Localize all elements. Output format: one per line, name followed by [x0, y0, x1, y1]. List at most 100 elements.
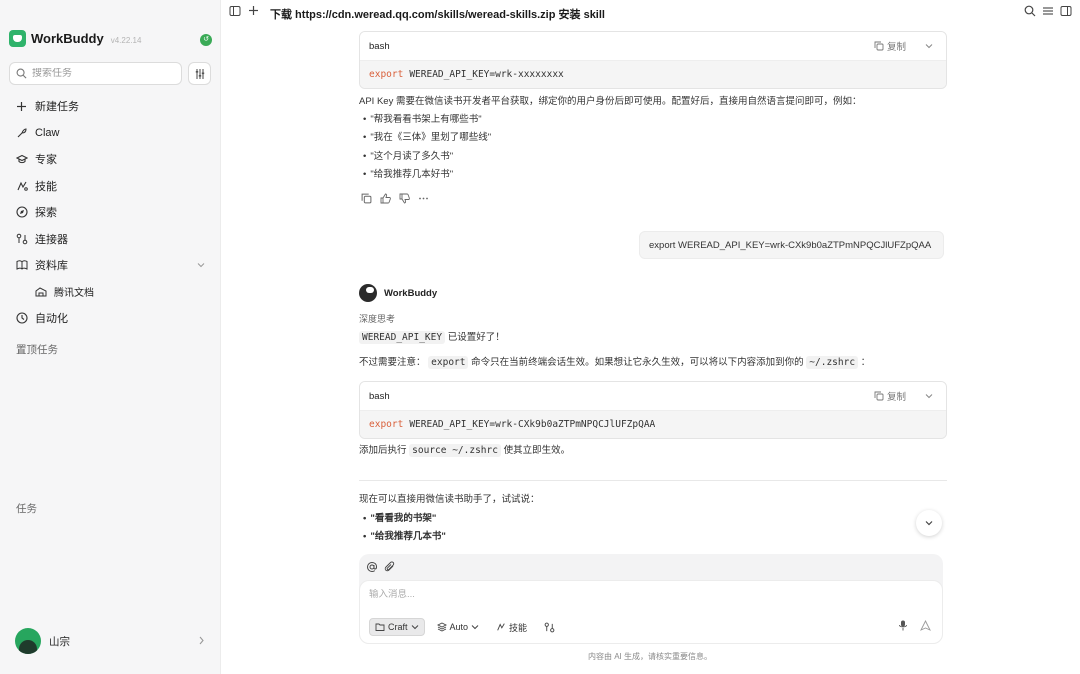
- new-task-plus-icon[interactable]: [248, 5, 259, 16]
- sidebar-item-expert[interactable]: 专家: [9, 146, 213, 173]
- chevron-down-icon[interactable]: [197, 261, 205, 269]
- inline-code: ~/.zshrc: [806, 356, 859, 369]
- sidebar-item-tencent-docs[interactable]: 腾讯文档: [9, 279, 213, 306]
- mention-icon[interactable]: [366, 561, 378, 573]
- code-header: bash 复制: [360, 382, 946, 411]
- note-line: 不过需要注意： export 命令只在当前终端会话生效。如果想让它永久生效，可以…: [359, 356, 870, 370]
- code-keyword: export: [369, 69, 404, 80]
- avatar: [15, 628, 41, 654]
- copy-button[interactable]: 复制: [874, 389, 906, 403]
- connector-button[interactable]: [539, 618, 560, 636]
- composer: Craft Auto 技能: [359, 554, 943, 644]
- now-text: 现在可以直接用微信读书助手了，试试说：: [359, 494, 540, 505]
- skill-label: 技能: [509, 622, 528, 633]
- after-suffix: 使其立即生效。: [503, 445, 571, 456]
- app-name: WorkBuddy: [31, 31, 104, 46]
- more-icon[interactable]: [418, 193, 429, 204]
- sidebar-item-label: 专家: [35, 154, 57, 167]
- model-select[interactable]: Auto: [432, 618, 485, 636]
- search-icon[interactable]: [1024, 5, 1036, 17]
- chevron-down-icon[interactable]: [925, 42, 933, 50]
- chevron-right-icon[interactable]: [198, 636, 205, 645]
- user-name: 山宗: [49, 635, 70, 648]
- after-prefix: 添加后执行: [359, 445, 407, 456]
- inline-code: WEREAD_API_KEY: [359, 331, 446, 344]
- bot-name: WorkBuddy: [384, 287, 438, 299]
- top-bar: 下载 https://cdn.weread.qq.com/skills/were…: [221, 0, 1080, 24]
- search-box[interactable]: [9, 62, 182, 85]
- code-block: bash 复制 export WEREAD_API_KEY=wrk-xxxxxx…: [359, 31, 947, 89]
- mode-select[interactable]: Craft: [369, 618, 425, 636]
- connector-icon: [544, 622, 555, 632]
- menu-icon[interactable]: [1042, 5, 1054, 17]
- sliders-icon: [195, 68, 204, 79]
- user-message: export WEREAD_API_KEY=wrk-CXk9b0aZTPmNPQ…: [639, 231, 944, 259]
- sidebar-nav: 新建任务 Claw 专家 技能 探索 连接器 资料库 腾讯文档 自动化: [9, 93, 213, 332]
- thinking-label[interactable]: 深度思考: [359, 312, 395, 326]
- claw-icon: [15, 126, 28, 139]
- mode-label: Craft: [388, 622, 408, 632]
- thumbs-up-icon[interactable]: [380, 193, 391, 204]
- copy-icon[interactable]: [361, 193, 372, 204]
- attachment-icon[interactable]: [384, 561, 396, 573]
- filter-button[interactable]: [188, 62, 211, 85]
- code-language: bash: [369, 390, 390, 402]
- sidebar-item-automation[interactable]: 自动化: [9, 305, 213, 332]
- layers-icon: [436, 622, 447, 632]
- bot-header: WorkBuddy: [359, 284, 437, 302]
- list-item: "帮我看看书架上有哪些书": [363, 111, 481, 125]
- code-text: WEREAD_API_KEY=wrk-xxxxxxxx: [409, 69, 564, 80]
- sidebar-item-label: 资料库: [35, 260, 68, 273]
- chevron-down-icon: [925, 521, 933, 526]
- thumbs-down-icon[interactable]: [399, 193, 410, 204]
- note-prefix: 不过需要注意：: [359, 357, 426, 368]
- skill-button[interactable]: 技能: [491, 618, 532, 636]
- user-profile[interactable]: 山宗: [15, 628, 70, 654]
- sidebar-item-explore[interactable]: 探索: [9, 199, 213, 226]
- copy-icon: [874, 41, 884, 51]
- set-ok-line: WEREAD_API_KEY 已设置好了！: [359, 331, 505, 345]
- search-input[interactable]: [32, 68, 172, 79]
- sidebar-item-skills[interactable]: 技能: [9, 173, 213, 200]
- list-item: "给我推荐几本好书": [363, 166, 453, 180]
- sidebar-item-new-task[interactable]: 新建任务: [9, 93, 213, 120]
- scroll-down-button[interactable]: [916, 510, 942, 536]
- sidebar-item-label: 自动化: [35, 313, 68, 326]
- brand: WorkBuddy v4.22.14: [9, 30, 141, 47]
- chevron-down-icon: [471, 625, 479, 630]
- pinned-tasks-label: 置顶任务: [16, 344, 58, 356]
- copy-label: 复制: [886, 42, 906, 53]
- sidebar-item-claw[interactable]: Claw: [9, 120, 213, 147]
- panel-right-icon[interactable]: [1060, 5, 1072, 17]
- code-text: WEREAD_API_KEY=wrk-CXk9b0aZTPmNPQCJlUFZp…: [409, 419, 656, 430]
- microphone-icon[interactable]: [898, 620, 908, 631]
- tasks-label: 任务: [16, 503, 37, 515]
- inline-code: source ~/.zshrc: [409, 444, 501, 457]
- skill-icon: [15, 179, 28, 192]
- sidebar-item-library[interactable]: 资料库: [9, 252, 213, 279]
- skill-icon: [497, 623, 505, 631]
- send-icon[interactable]: [920, 620, 931, 631]
- composer-tools: [366, 561, 396, 573]
- compass-icon: [15, 206, 28, 219]
- message-input[interactable]: [369, 589, 869, 600]
- sync-status-icon[interactable]: ↺: [200, 34, 212, 46]
- sidebar-item-label: 新建任务: [35, 101, 79, 114]
- sidebar-item-label: 技能: [35, 180, 57, 193]
- code-header: bash 复制: [360, 32, 946, 61]
- list-item: "我在《三体》里划了哪些线": [363, 129, 491, 143]
- search-icon: [16, 68, 27, 79]
- list-item: "这个月读了多久书": [363, 148, 453, 162]
- list-item: "给我推荐几本书": [363, 528, 446, 542]
- workbuddy-logo-icon: [9, 30, 26, 47]
- composer-right-tools: [898, 620, 931, 631]
- note-suffix: ：: [860, 357, 871, 368]
- sidebar-toggle-icon[interactable]: [229, 5, 241, 17]
- sidebar-item-connectors[interactable]: 连接器: [9, 226, 213, 253]
- bot-avatar: [359, 284, 377, 302]
- chevron-down-icon[interactable]: [925, 392, 933, 400]
- copy-button[interactable]: 复制: [874, 39, 906, 53]
- disclaimer-text: 内容由 AI 生成，请核实重要信息。: [588, 652, 713, 661]
- app-version: v4.22.14: [110, 35, 142, 45]
- sidebar-item-label: 腾讯文档: [54, 288, 94, 300]
